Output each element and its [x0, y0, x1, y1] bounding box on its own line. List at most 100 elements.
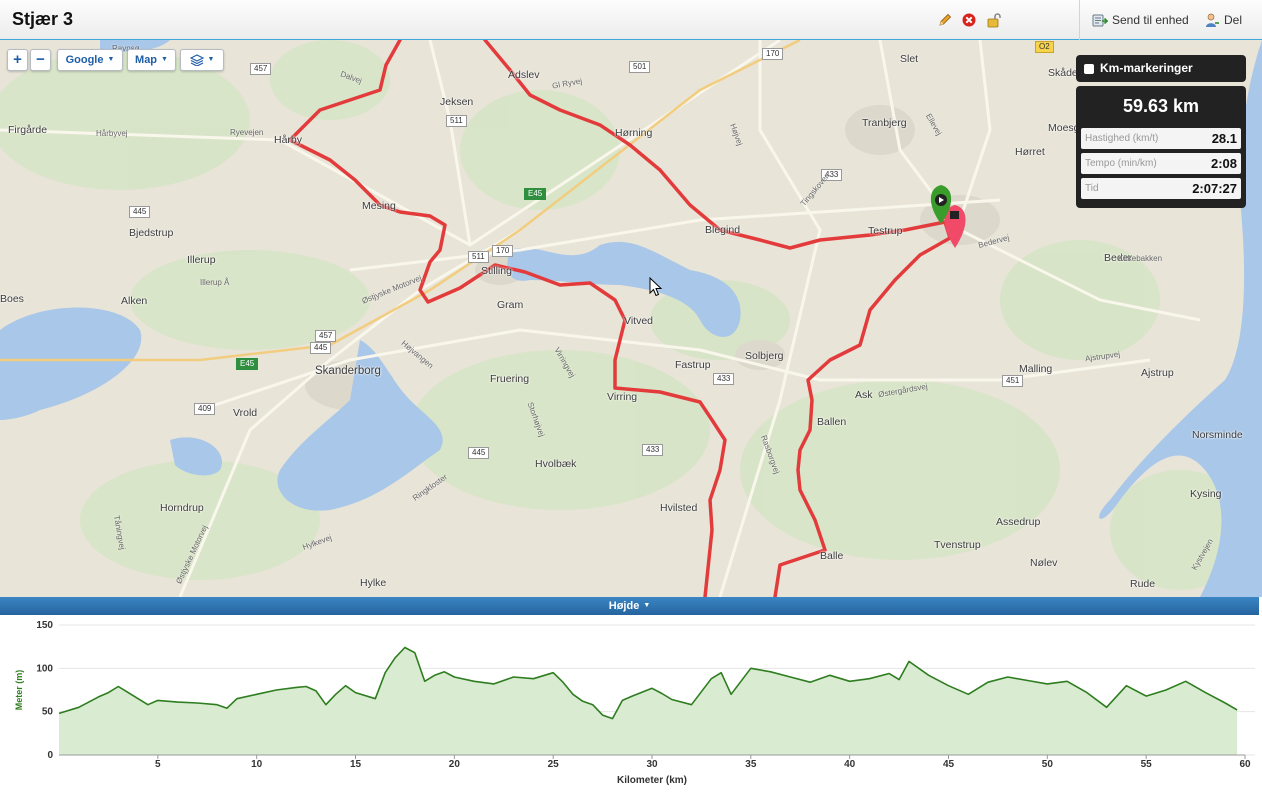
edit-pencil-icon[interactable]	[937, 12, 953, 28]
unlock-icon[interactable]	[986, 12, 1002, 28]
x-tick-label: 55	[1141, 759, 1153, 770]
elevation-area	[59, 647, 1238, 755]
place-label: Balle	[820, 550, 844, 562]
map-provider-dropdown[interactable]: Google ▼	[57, 49, 123, 71]
road-shield: 451	[1002, 375, 1024, 387]
y-tick-label: 0	[47, 750, 53, 761]
place-label: Hylke	[360, 577, 387, 589]
place-label: Rude	[1130, 578, 1156, 590]
elevation-chart: 0 50 100 150 5 10 15 20 25 30 35 40 45 50 55 60 Kilomete…	[0, 615, 1262, 795]
place-label: Hørret	[1015, 146, 1045, 158]
place-label: Bjedstrup	[129, 227, 174, 239]
place-label: Tranbjerg	[862, 117, 907, 129]
road-shield: 445	[129, 206, 151, 218]
map-type-dropdown[interactable]: Map ▼	[127, 49, 176, 71]
place-label: Fastrup	[675, 359, 711, 371]
place-label: Illerup	[187, 254, 216, 266]
delete-icon[interactable]	[961, 12, 977, 28]
place-label: Hvolbæk	[535, 458, 577, 470]
place-label: Firgårde	[8, 124, 48, 136]
place-label: Tvenstrup	[934, 539, 981, 551]
place-label: Ask	[855, 389, 873, 401]
place-label: Hvilsted	[660, 502, 698, 514]
zoom-in-label: +	[13, 51, 22, 68]
x-tick-label: 60	[1239, 759, 1251, 770]
km-markers-label: Km-markeringer	[1100, 61, 1193, 75]
road-shield: 511	[468, 251, 489, 263]
place-label: Adslev	[508, 69, 540, 81]
zoom-out-button[interactable]: −	[30, 49, 51, 71]
road-label: Ryevejen	[230, 128, 264, 137]
road-shield: 457	[250, 63, 272, 75]
place-label: Gram	[497, 299, 524, 311]
x-tick-label: 25	[548, 759, 560, 770]
time-value: 2:07:27	[1192, 181, 1237, 196]
elevation-title: Højde	[608, 600, 640, 612]
place-label: Stilling	[481, 265, 512, 277]
share-button[interactable]: Del	[1224, 13, 1242, 27]
place-label: Boes	[0, 293, 24, 305]
speed-label: Hastighed (km/t)	[1085, 133, 1159, 144]
place-label: Fruering	[490, 373, 530, 385]
y-tick-label: 100	[36, 663, 53, 674]
stats-panel: 59.63 km Hastighed (km/t) 28.1 Tempo (mi…	[1076, 86, 1246, 208]
chevron-down-icon: ▼	[643, 602, 651, 610]
tempo-row: Tempo (min/km) 2:08	[1081, 153, 1241, 174]
speed-row: Hastighed (km/t) 28.1	[1081, 128, 1241, 149]
road-shield: E45	[524, 188, 547, 200]
km-markers-toggle[interactable]: Km-markeringer	[1076, 55, 1246, 82]
road-shield: 457	[315, 330, 337, 342]
y-axis-title: Meter (m)	[14, 670, 24, 711]
x-tick-label: 45	[943, 759, 955, 770]
x-tick-label: 20	[449, 759, 461, 770]
place-label: Solbjerg	[745, 350, 784, 362]
place-label: Jeksen	[440, 96, 474, 108]
send-to-device-icon[interactable]	[1092, 12, 1109, 28]
place-label: Hårby	[274, 134, 303, 146]
chevron-down-icon: ▼	[207, 56, 215, 64]
place-label: Ajstrup	[1141, 367, 1174, 379]
road-shield: O2	[1035, 41, 1054, 53]
header-bar: Stjær 3 Send til enhed Del	[0, 0, 1262, 40]
place-label: Skåde	[1048, 67, 1078, 79]
place-label: Norsminde	[1192, 429, 1243, 441]
map-provider-label: Google	[65, 54, 104, 66]
place-label: Kysing	[1190, 488, 1222, 500]
place-label: Nølev	[1030, 557, 1058, 569]
chevron-down-icon: ▼	[107, 56, 115, 64]
road-shield: 445	[310, 342, 332, 354]
road-shield: 409	[194, 403, 216, 415]
road-shield: 445	[468, 447, 490, 459]
place-label: Blegind	[705, 224, 741, 236]
x-tick-label: 40	[844, 759, 856, 770]
page-title: Stjær 3	[12, 9, 74, 29]
road-shield: 433	[642, 444, 664, 456]
road-label: Kirkebakken	[1118, 254, 1163, 263]
elevation-chart-svg: 0 50 100 150 5 10 15 20 25 30 35 40 45 50 55 60 Kilomete…	[14, 620, 1255, 786]
y-tick-label: 50	[42, 707, 54, 718]
x-tick-label: 10	[251, 759, 263, 770]
share-user-icon[interactable]	[1204, 12, 1220, 28]
send-to-device-button[interactable]: Send til enhed	[1112, 13, 1189, 27]
header-divider	[1079, 0, 1080, 40]
x-tick-label: 5	[155, 759, 161, 770]
place-label: Ballen	[817, 416, 847, 428]
road-shield: 501	[629, 61, 651, 73]
road-label: Hårbyvej	[96, 129, 128, 138]
elevation-toggle[interactable]: Højde ▼	[0, 597, 1259, 615]
zoom-in-button[interactable]: +	[7, 49, 28, 71]
place-label: Assedrup	[996, 516, 1041, 528]
map-layers-dropdown[interactable]: ▼	[180, 49, 224, 71]
route-map[interactable]: Firgårde Hårby Jeksen Adslev Hørning Sle…	[0, 40, 1262, 597]
place-label: Alken	[121, 295, 148, 307]
place-label: Vrold	[233, 407, 258, 419]
km-markers-checkbox[interactable]	[1084, 63, 1094, 74]
place-label: Slet	[900, 53, 919, 65]
total-distance: 59.63 km	[1122, 96, 1200, 116]
x-tick-label: 30	[646, 759, 658, 770]
road-shield: E45	[236, 358, 259, 370]
place-label: Hørning	[615, 127, 653, 139]
tempo-label: Tempo (min/km)	[1085, 158, 1157, 169]
place-label: Vitved	[624, 315, 653, 327]
layers-icon	[189, 54, 204, 67]
